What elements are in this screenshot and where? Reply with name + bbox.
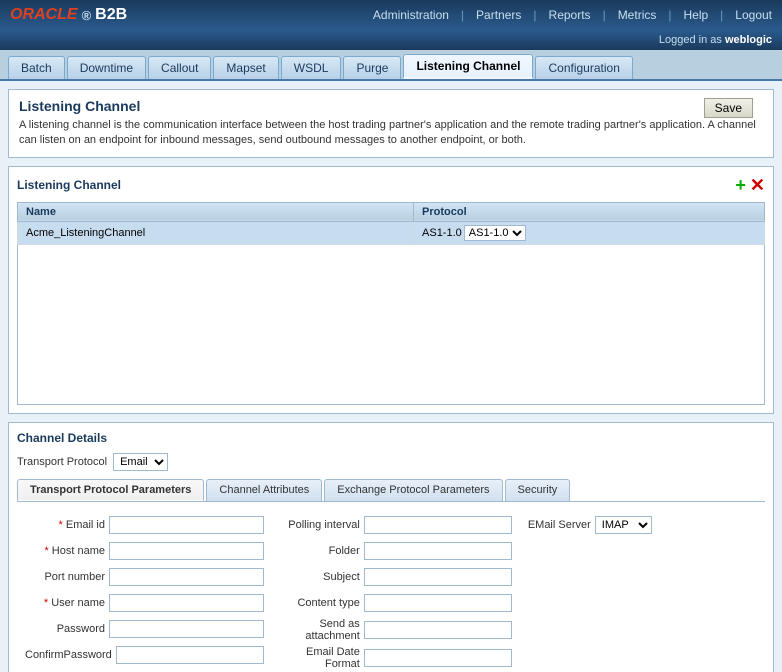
protocol-value: AS1-1.0 [422,227,462,239]
section-title: Listening Channel [17,178,121,192]
sub-tab-transport-params[interactable]: Transport Protocol Parameters [17,479,204,501]
field-confirm-password: ConfirmPassword [25,644,264,666]
email-date-format-input[interactable] [364,649,512,667]
delete-channel-icon[interactable]: ✕ [750,175,765,196]
nav-help[interactable]: Help [683,8,708,22]
polling-interval-input[interactable] [364,516,512,534]
field-content-type: Content type [280,592,512,614]
header-nav: Administration | Partners | Reports | Me… [373,8,772,22]
table-spacer [17,245,765,405]
nav-reports[interactable]: Reports [549,8,591,22]
page-title-section: Listening Channel A listening channel is… [8,89,774,158]
port-number-input[interactable] [109,568,264,586]
folder-input[interactable] [364,542,512,560]
subheader: Logged in as weblogic [0,30,782,50]
page-title: Listening Channel [19,98,763,114]
user-name-label: User name [25,597,105,609]
sub-tab-exchange-params[interactable]: Exchange Protocol Parameters [324,479,502,501]
content-type-input[interactable] [364,594,512,612]
tab-wsdl[interactable]: WSDL [281,56,342,79]
polling-interval-label: Polling interval [280,519,360,531]
field-email-id: Email id [25,514,264,536]
tab-listening-channel[interactable]: Listening Channel [403,54,533,79]
tab-mapset[interactable]: Mapset [213,56,278,79]
subject-input[interactable] [364,568,512,586]
field-folder: Folder [280,540,512,562]
table-row[interactable]: Acme_ListeningChannel AS1-1.0 AS1-1.0 [18,221,765,244]
confirm-password-input[interactable] [116,646,264,664]
transport-protocol-select[interactable]: Email HTTP FTP SFTP [113,453,168,471]
email-server-select[interactable]: IMAP POP3 SMTP [595,516,652,534]
oracle-logo-text: ORACLE [10,6,78,24]
save-button[interactable]: Save [704,98,753,118]
sub-tab-channel-attrs[interactable]: Channel Attributes [206,479,322,501]
b2b-logo-text: B2B [95,6,127,24]
channel-table: Name Protocol Acme_ListeningChannel AS1-… [17,202,765,245]
nav-logout[interactable]: Logout [735,8,772,22]
action-icons: + ✕ [735,175,765,196]
password-label: Password [25,623,105,635]
transport-row: Transport Protocol Email HTTP FTP SFTP [17,453,765,471]
tab-callout[interactable]: Callout [148,56,211,79]
protocol-cell: AS1-1.0 AS1-1.0 [414,221,765,244]
host-name-input[interactable] [109,542,264,560]
tabs-bar: Batch Downtime Callout Mapset WSDL Purge… [0,50,782,81]
listening-channel-section: Listening Channel + ✕ Name Protocol Acme… [8,166,774,414]
form-col-1: Email id Host name Port number User name… [17,510,272,672]
subject-label: Subject [280,571,360,583]
nav-partners[interactable]: Partners [476,8,521,22]
host-name-label: Host name [25,545,105,557]
content-type-label: Content type [280,597,360,609]
field-subject: Subject [280,566,512,588]
section-header: Listening Channel + ✕ [17,175,765,196]
field-password: Password [25,618,264,640]
field-polling-interval: Polling interval [280,514,512,536]
main-content: Listening Channel A listening channel is… [0,81,782,672]
field-host-name: Host name [25,540,264,562]
tab-downtime[interactable]: Downtime [67,56,146,79]
page-description: A listening channel is the communication… [19,118,763,149]
transport-label: Transport Protocol [17,456,107,468]
logo: ORACLE ® B2B [10,6,127,24]
port-number-label: Port number [25,571,105,583]
confirm-password-label: ConfirmPassword [25,649,112,661]
nav-metrics[interactable]: Metrics [618,8,657,22]
user-name-input[interactable] [109,594,264,612]
nav-administration[interactable]: Administration [373,8,449,22]
add-channel-icon[interactable]: + [735,175,746,196]
protocol-select[interactable]: AS1-1.0 [464,225,526,241]
tab-purge[interactable]: Purge [343,56,401,79]
logged-in-label: Logged in as [659,34,722,46]
col-name: Name [18,202,414,221]
sub-tab-security[interactable]: Security [505,479,571,501]
channel-name-cell: Acme_ListeningChannel [18,221,414,244]
channel-details: Channel Details Transport Protocol Email… [8,422,774,672]
col-protocol: Protocol [414,202,765,221]
email-server-label: EMail Server [528,519,591,531]
send-attachment-input[interactable] [364,621,512,639]
field-user-name: User name [25,592,264,614]
field-email-date-format: Email Date Format [280,646,512,670]
email-date-format-label: Email Date Format [280,646,360,670]
folder-label: Folder [280,545,360,557]
field-email-server: EMail Server IMAP POP3 SMTP [528,514,757,536]
email-id-input[interactable] [109,516,264,534]
field-port-number: Port number [25,566,264,588]
tab-batch[interactable]: Batch [8,56,65,79]
tab-configuration[interactable]: Configuration [535,56,632,79]
form-col-2: Polling interval Folder Subject Content … [272,510,520,672]
header: ORACLE ® B2B Administration | Partners |… [0,0,782,30]
username: weblogic [725,34,772,46]
send-attachment-label: Send as attachment [280,618,360,642]
sub-tabs: Transport Protocol Parameters Channel At… [17,479,765,502]
channel-details-title: Channel Details [17,431,765,445]
form-grid: Email id Host name Port number User name… [17,510,765,672]
field-send-attachment: Send as attachment [280,618,512,642]
email-id-label: Email id [25,519,105,531]
password-input[interactable] [109,620,264,638]
form-col-3: EMail Server IMAP POP3 SMTP [520,510,765,672]
